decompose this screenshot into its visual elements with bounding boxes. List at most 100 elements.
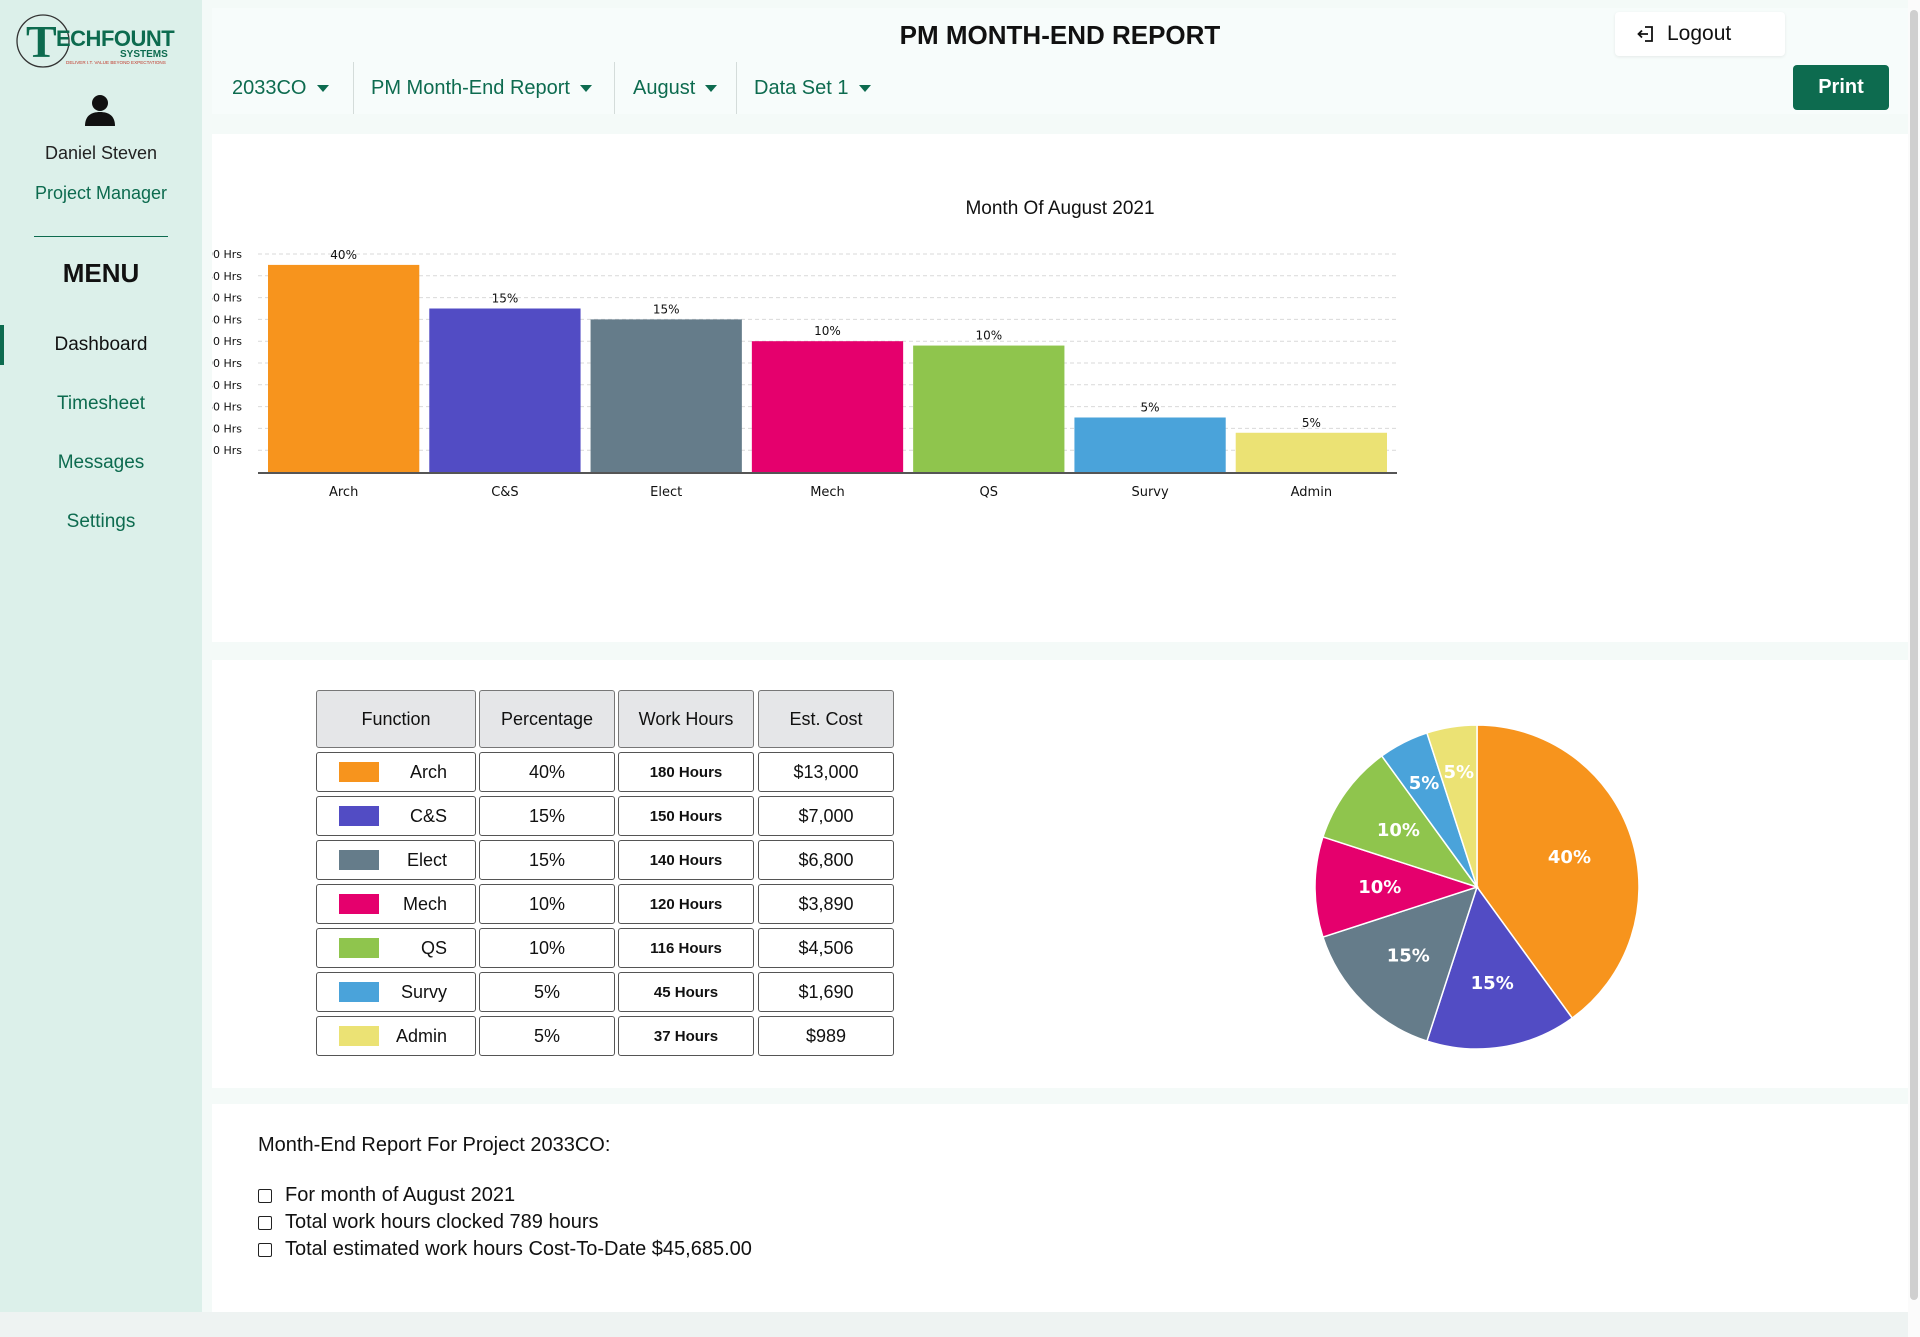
legend-swatch [339, 938, 379, 958]
checkbox-icon [258, 1242, 272, 1257]
bar-data-label: 10% [814, 324, 841, 338]
sidebar-item-messages[interactable]: Messages [0, 443, 202, 483]
table-cell-cost: $3,890 [758, 884, 894, 924]
function-name: Survy [400, 981, 447, 1002]
summary-item-text: Total estimated work hours Cost-To-Date … [285, 1238, 752, 1260]
y-tick-label: 120 Hrs [212, 335, 242, 348]
legend-swatch [339, 850, 379, 870]
table-cell-percentage: 10% [479, 884, 615, 924]
bar-data-label: 40% [330, 248, 357, 262]
logout-button[interactable]: Logout [1615, 12, 1785, 56]
table-cell-percentage: 15% [479, 796, 615, 836]
legend-swatch [339, 1026, 379, 1046]
y-tick-label: 140 Hrs [212, 313, 242, 326]
table-cell-hours: 37 Hours [618, 1016, 754, 1056]
bar-chart: 20 Hrs 40 Hrs 60 Hrs 80 Hrs 100 Hrs 120 Hrs 14… [212, 248, 1397, 500]
project-dropdown[interactable]: 2033CO [232, 64, 329, 112]
table-header-function: Function [316, 690, 476, 748]
summary-item: Total estimated work hours Cost-To-Date … [258, 1238, 752, 1261]
y-tick-label: 40 Hrs [212, 422, 242, 435]
summary-item-text: For month of August 2021 [285, 1184, 516, 1206]
bar-chart-panel: Month Of August 2021 20 Hrs40 Hrs60 Hrs8… [212, 134, 1908, 642]
summary-heading: Month-End Report For Project 2033CO: [258, 1134, 611, 1156]
table-cell-cost: $1,690 [758, 972, 894, 1012]
table-header-percentage: Percentage [479, 690, 615, 748]
y-tick-label: 200 Hrs [212, 248, 242, 261]
table-cell-hours: 120 Hours [618, 884, 754, 924]
x-tick-label: Admin [1291, 485, 1332, 500]
y-tick-label: 180 Hrs [212, 270, 242, 283]
report-dropdown-value: PM Month-End Report [371, 76, 570, 99]
print-button[interactable]: Print [1793, 65, 1889, 110]
function-name: QS [420, 937, 447, 958]
function-name: Admin [395, 1025, 447, 1046]
y-tick-label: 20 Hrs [212, 444, 242, 457]
table-cell-cost: $7,000 [758, 796, 894, 836]
bar-qs[interactable] [913, 345, 1065, 472]
summary-item: Total work hours clocked 789 hours [258, 1211, 599, 1234]
pie-slice-label: 40% [1548, 847, 1591, 868]
scrollbar-thumb[interactable] [1910, 10, 1918, 1300]
table-cell-function: QS [316, 928, 476, 968]
y-tick-label: 160 Hrs [212, 292, 242, 305]
y-tick-label: 60 Hrs [212, 401, 242, 414]
bar-admin[interactable] [1235, 432, 1387, 472]
pie-slice-label: 10% [1358, 877, 1401, 898]
bar-mech[interactable] [751, 341, 904, 472]
table-cell-percentage: 40% [479, 752, 615, 792]
sidebar-item-dashboard[interactable]: Dashboard [0, 325, 202, 365]
legend-swatch [339, 762, 379, 782]
chevron-down-icon [579, 84, 592, 92]
pie-chart: 40% 15% 15% 10% 10% 5%5% [1314, 724, 1640, 1050]
dataset-dropdown-value: Data Set 1 [754, 76, 849, 99]
dropdown-separator [736, 62, 737, 114]
dropdown-separator [614, 62, 615, 114]
sidebar-item-settings[interactable]: Settings [0, 502, 202, 542]
pie-slice-label: 5% [1443, 762, 1474, 783]
x-tick-label: C&S [491, 485, 518, 500]
logout-icon [1637, 26, 1653, 42]
logo-subtitle: SYSTEMS [120, 49, 168, 60]
dataset-dropdown[interactable]: Data Set 1 [754, 64, 871, 112]
sidebar-item-timesheet[interactable]: Timesheet [0, 384, 202, 424]
scrollbar[interactable] [1908, 0, 1920, 1337]
table-cell-hours: 150 Hours [618, 796, 754, 836]
month-dropdown-value: August [633, 76, 696, 99]
chevron-down-icon [316, 84, 329, 92]
function-name: Elect [406, 849, 447, 870]
bar-survy[interactable] [1074, 417, 1226, 473]
x-tick-label: Survy [1131, 485, 1169, 500]
function-name: Arch [409, 761, 447, 782]
dropdown-separator [353, 62, 354, 114]
month-dropdown[interactable]: August [633, 64, 718, 112]
legend-swatch [339, 806, 379, 826]
table-cell-percentage: 5% [479, 972, 615, 1012]
table-cell-hours: 45 Hours [618, 972, 754, 1012]
logo-tagline: DELIVER I.T. VALUE BEYOND EXPECTATIONS [66, 60, 166, 65]
techfount-logo[interactable]: T ECHFOUNT SYSTEMS DELIVER I.T. VALUE BE… [16, 12, 192, 70]
table-cell-cost: $6,800 [758, 840, 894, 880]
bar-data-label: 15% [492, 292, 519, 306]
table-cell-function: Survy [316, 972, 476, 1012]
table-header-cost: Est. Cost [758, 690, 894, 748]
bar-cs[interactable] [429, 308, 581, 473]
chevron-down-icon [705, 84, 718, 92]
bar-arch[interactable] [268, 264, 420, 472]
bar-data-label: 10% [975, 329, 1002, 343]
table-cell-function: C&S [316, 796, 476, 836]
report-dropdown[interactable]: PM Month-End Report [371, 64, 592, 112]
table-cell-function: Arch [316, 752, 476, 792]
report-summary-panel: Month-End Report For Project 2033CO: For… [212, 1104, 1908, 1312]
table-cell-function: Elect [316, 840, 476, 880]
x-tick-label: Arch [329, 485, 358, 500]
pie-slice-label: 10% [1377, 820, 1420, 841]
y-tick-label: 80 Hrs [212, 379, 242, 392]
pie-slice-label: 15% [1387, 946, 1430, 967]
pie-slice-label: 5% [1409, 773, 1440, 794]
user-name: Daniel Steven [44, 143, 158, 163]
bar-data-label: 5% [1141, 401, 1160, 415]
logout-label: Logout [1667, 22, 1732, 45]
bar-elect[interactable] [590, 319, 742, 472]
table-cell-percentage: 10% [479, 928, 615, 968]
summary-item-text: Total work hours clocked 789 hours [285, 1211, 599, 1233]
